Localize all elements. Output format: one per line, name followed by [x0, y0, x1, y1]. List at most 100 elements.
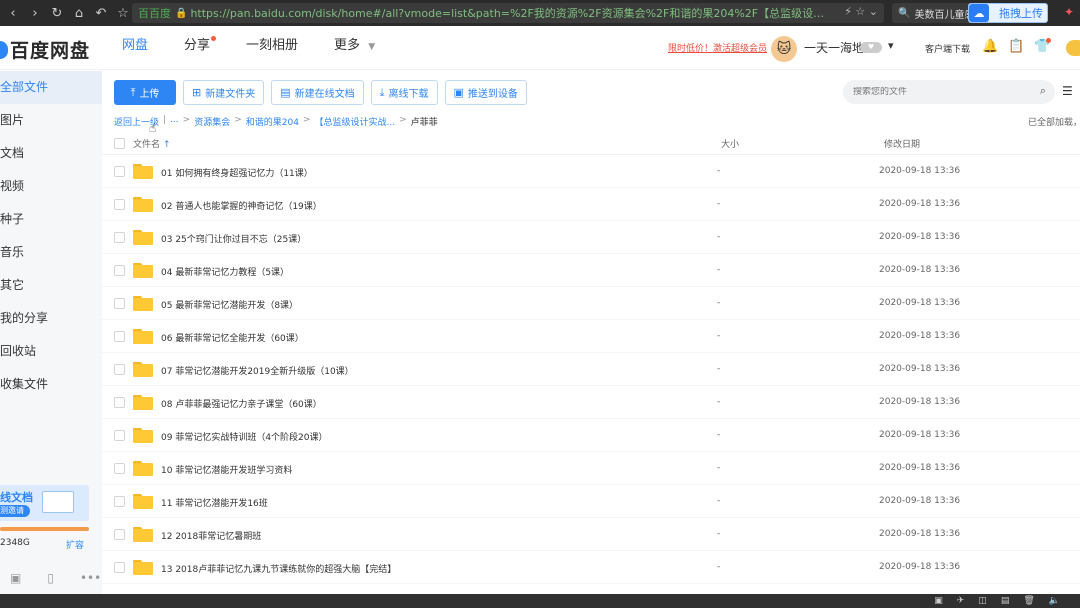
user-menu-chevron-icon[interactable]: ▾ — [888, 39, 894, 52]
file-name[interactable]: 12 2018菲常记忆暑期班 — [161, 529, 261, 542]
table-row[interactable]: 08 卢菲菲最强记忆力亲子课堂（60课） - 2020-09-18 13:36 — [102, 386, 1080, 419]
upload-button[interactable]: ⤒ 上传 — [114, 80, 176, 105]
address-bar[interactable]: 百百度 🔒 https://pan.baidu.com/disk/home#/a… — [132, 3, 884, 23]
volume-icon[interactable]: 🔈 — [1049, 596, 1060, 606]
sidebar-item-images[interactable]: 图片 — [0, 104, 102, 137]
vip-promo-link[interactable]: 限时低价！激活超级会员 — [668, 41, 767, 54]
select-all-checkbox[interactable] — [114, 138, 125, 149]
undo-icon[interactable]: ↶ — [92, 4, 110, 22]
file-name[interactable]: 10 菲常记忆潜能开发班学习资料 — [161, 463, 292, 476]
sidebar-item-videos[interactable]: 视频 — [0, 170, 102, 203]
row-checkbox[interactable] — [114, 562, 125, 573]
row-checkbox[interactable] — [114, 331, 125, 342]
phone-icon[interactable]: ▯ — [47, 571, 54, 585]
row-checkbox[interactable] — [114, 463, 125, 474]
row-checkbox[interactable] — [114, 232, 125, 243]
online-doc-banner[interactable]: 线文档 测邀请 — [0, 485, 89, 521]
back-icon[interactable]: ‹ — [4, 4, 22, 22]
table-row[interactable]: 13 2018卢菲菲记忆九课九节课练就你的超强大脑【完结】 - 2020-09-18… — [102, 551, 1080, 584]
home-icon[interactable]: ⌂ — [70, 4, 88, 22]
username[interactable]: 一天一海地 — [804, 39, 864, 56]
file-search-input[interactable] — [853, 87, 1023, 97]
trash-icon[interactable]: 🗑 — [1023, 596, 1034, 606]
image-icon[interactable]: ▣ — [10, 571, 21, 585]
sidebar-item-all-files[interactable]: 全部文件 — [0, 71, 102, 104]
breadcrumb-ellipsis[interactable]: ... — [170, 115, 179, 128]
search-icon[interactable]: ⌕ — [1040, 84, 1046, 98]
table-row[interactable]: 06 最新菲常记忆全能开发（60课） - 2020-09-18 13:36 — [102, 320, 1080, 353]
table-row[interactable]: 11 菲常记忆潜能开发16班 - 2020-09-18 13:36 — [102, 485, 1080, 518]
sidebar-item-music[interactable]: 音乐 — [0, 236, 102, 269]
row-checkbox[interactable] — [114, 265, 125, 276]
nav-netdisk[interactable]: 网盘 — [122, 26, 148, 70]
nav-more[interactable]: 更多 ▼ — [334, 26, 375, 70]
table-row[interactable]: 10 菲常记忆潜能开发班学习资料 - 2020-09-18 13:36 — [102, 452, 1080, 485]
nav-share[interactable]: 分享 — [184, 26, 217, 70]
file-name[interactable]: 04 最新菲常记忆力教程（5课） — [161, 265, 289, 278]
table-row[interactable]: 07 菲常记忆潜能开发2019全新升级版（10课） - 2020-09-18 13:… — [102, 353, 1080, 386]
column-header-size[interactable]: 大小 — [721, 137, 739, 150]
sidebar-item-collect-files[interactable]: 收集文件 — [0, 368, 102, 401]
gold-badge-icon[interactable] — [1066, 40, 1080, 56]
file-name[interactable]: 11 菲常记忆潜能开发16班 — [161, 496, 268, 509]
breadcrumb-item[interactable]: 【总监级设计实战... — [315, 115, 396, 128]
file-name[interactable]: 07 菲常记忆潜能开发2019全新升级版（10课） — [161, 364, 354, 377]
row-checkbox[interactable] — [114, 496, 125, 507]
forward-icon[interactable]: › — [26, 4, 44, 22]
row-checkbox[interactable] — [114, 364, 125, 375]
table-row[interactable]: 12 2018菲常记忆暑期班 - 2020-09-18 13:36 — [102, 518, 1080, 551]
file-name[interactable]: 05 最新菲常记忆潜能开发（8课） — [161, 298, 298, 311]
row-checkbox[interactable] — [114, 397, 125, 408]
offline-download-button[interactable]: ⤓ 离线下载 — [370, 80, 438, 105]
file-name[interactable]: 08 卢菲菲最强记忆力亲子课堂（60课） — [161, 397, 322, 410]
row-checkbox[interactable] — [114, 298, 125, 309]
file-name[interactable]: 13 2018卢菲菲记忆九课九节课练就你的超强大脑【完结】 — [161, 562, 396, 575]
client-download-link[interactable]: 客户端下载 — [925, 42, 970, 55]
sidebar-item-docs[interactable]: 文档 — [0, 137, 102, 170]
bell-icon[interactable]: 🔔 — [982, 39, 998, 55]
list-view-toggle-icon[interactable]: ☰ — [1062, 84, 1073, 98]
row-checkbox[interactable] — [114, 430, 125, 441]
push-to-device-button[interactable]: ▣ 推送到设备 — [444, 80, 527, 105]
drag-upload-widget[interactable]: ☁ 拖拽上传 — [968, 3, 1048, 23]
nav-album[interactable]: 一刻相册 — [246, 26, 298, 70]
table-row[interactable]: 02 普通人也能掌握的神奇记忆（19课） - 2020-09-18 13:36 — [102, 188, 1080, 221]
clipboard-icon[interactable]: 📋 — [1008, 39, 1024, 55]
bookmark-star-icon[interactable]: ☆ — [114, 4, 132, 22]
new-online-doc-button[interactable]: ▤ 新建在线文档 — [271, 80, 364, 105]
sidebar-item-other[interactable]: 其它 — [0, 269, 102, 302]
file-name[interactable]: 06 最新菲常记忆全能开发（60课） — [161, 331, 304, 344]
breadcrumb-item[interactable]: 资源集会 — [194, 115, 230, 128]
expand-storage-link[interactable]: 扩容 — [66, 538, 84, 551]
file-name[interactable]: 03 25个窍门让你过目不忘（25课） — [161, 232, 306, 245]
row-checkbox[interactable] — [114, 166, 125, 177]
sidebar-item-my-share[interactable]: 我的分享 — [0, 302, 102, 335]
file-name[interactable]: 01 如何拥有终身超强记忆力（11课） — [161, 166, 313, 179]
file-name[interactable]: 09 菲常记忆实战特训班（4个阶段20课） — [161, 430, 328, 443]
sidebar-item-recycle-bin[interactable]: 回收站 — [0, 335, 102, 368]
window-icon[interactable]: ▤ — [1001, 596, 1010, 606]
more-icon[interactable]: ••• — [80, 571, 101, 585]
avatar[interactable]: 🐱 — [771, 36, 797, 62]
gamepad-icon[interactable]: ◫ — [978, 596, 987, 606]
banner-button[interactable]: 测邀请 — [0, 505, 30, 517]
column-header-date[interactable]: 修改日期 — [884, 137, 920, 150]
table-row[interactable]: 03 25个窍门让你过目不忘（25课） - 2020-09-18 13:36 — [102, 221, 1080, 254]
extension-icon[interactable]: ✦ — [1064, 5, 1074, 19]
table-row[interactable]: 05 最新菲常记忆潜能开发（8课） - 2020-09-18 13:36 — [102, 287, 1080, 320]
column-header-name[interactable]: 文件名 ↑ — [133, 137, 171, 150]
file-name[interactable]: 02 普通人也能掌握的神奇记忆（19课） — [161, 199, 322, 212]
table-row[interactable]: 01 如何拥有终身超强记忆力（11课） - 2020-09-18 13:36 — [102, 155, 1080, 188]
logo[interactable]: 百度网盘 — [0, 36, 90, 63]
reload-icon[interactable]: ↻ — [48, 4, 66, 22]
table-row[interactable]: 09 菲常记忆实战特训班（4个阶段20课） - 2020-09-18 13:36 — [102, 419, 1080, 452]
sidebar-item-torrents[interactable]: 种子 — [0, 203, 102, 236]
picture-icon[interactable]: ▣ — [934, 596, 943, 606]
breadcrumb-item[interactable]: 和谐的果204 — [246, 115, 299, 128]
rocket-icon[interactable]: ✈ — [957, 596, 965, 606]
table-row[interactable]: 04 最新菲常记忆力教程（5课） - 2020-09-18 13:36 — [102, 254, 1080, 287]
row-checkbox[interactable] — [114, 199, 125, 210]
row-checkbox[interactable] — [114, 529, 125, 540]
new-folder-button[interactable]: ⊞ 新建文件夹 — [183, 80, 265, 105]
url-actions[interactable]: ⚡ ☆ ⌄ — [844, 5, 878, 18]
